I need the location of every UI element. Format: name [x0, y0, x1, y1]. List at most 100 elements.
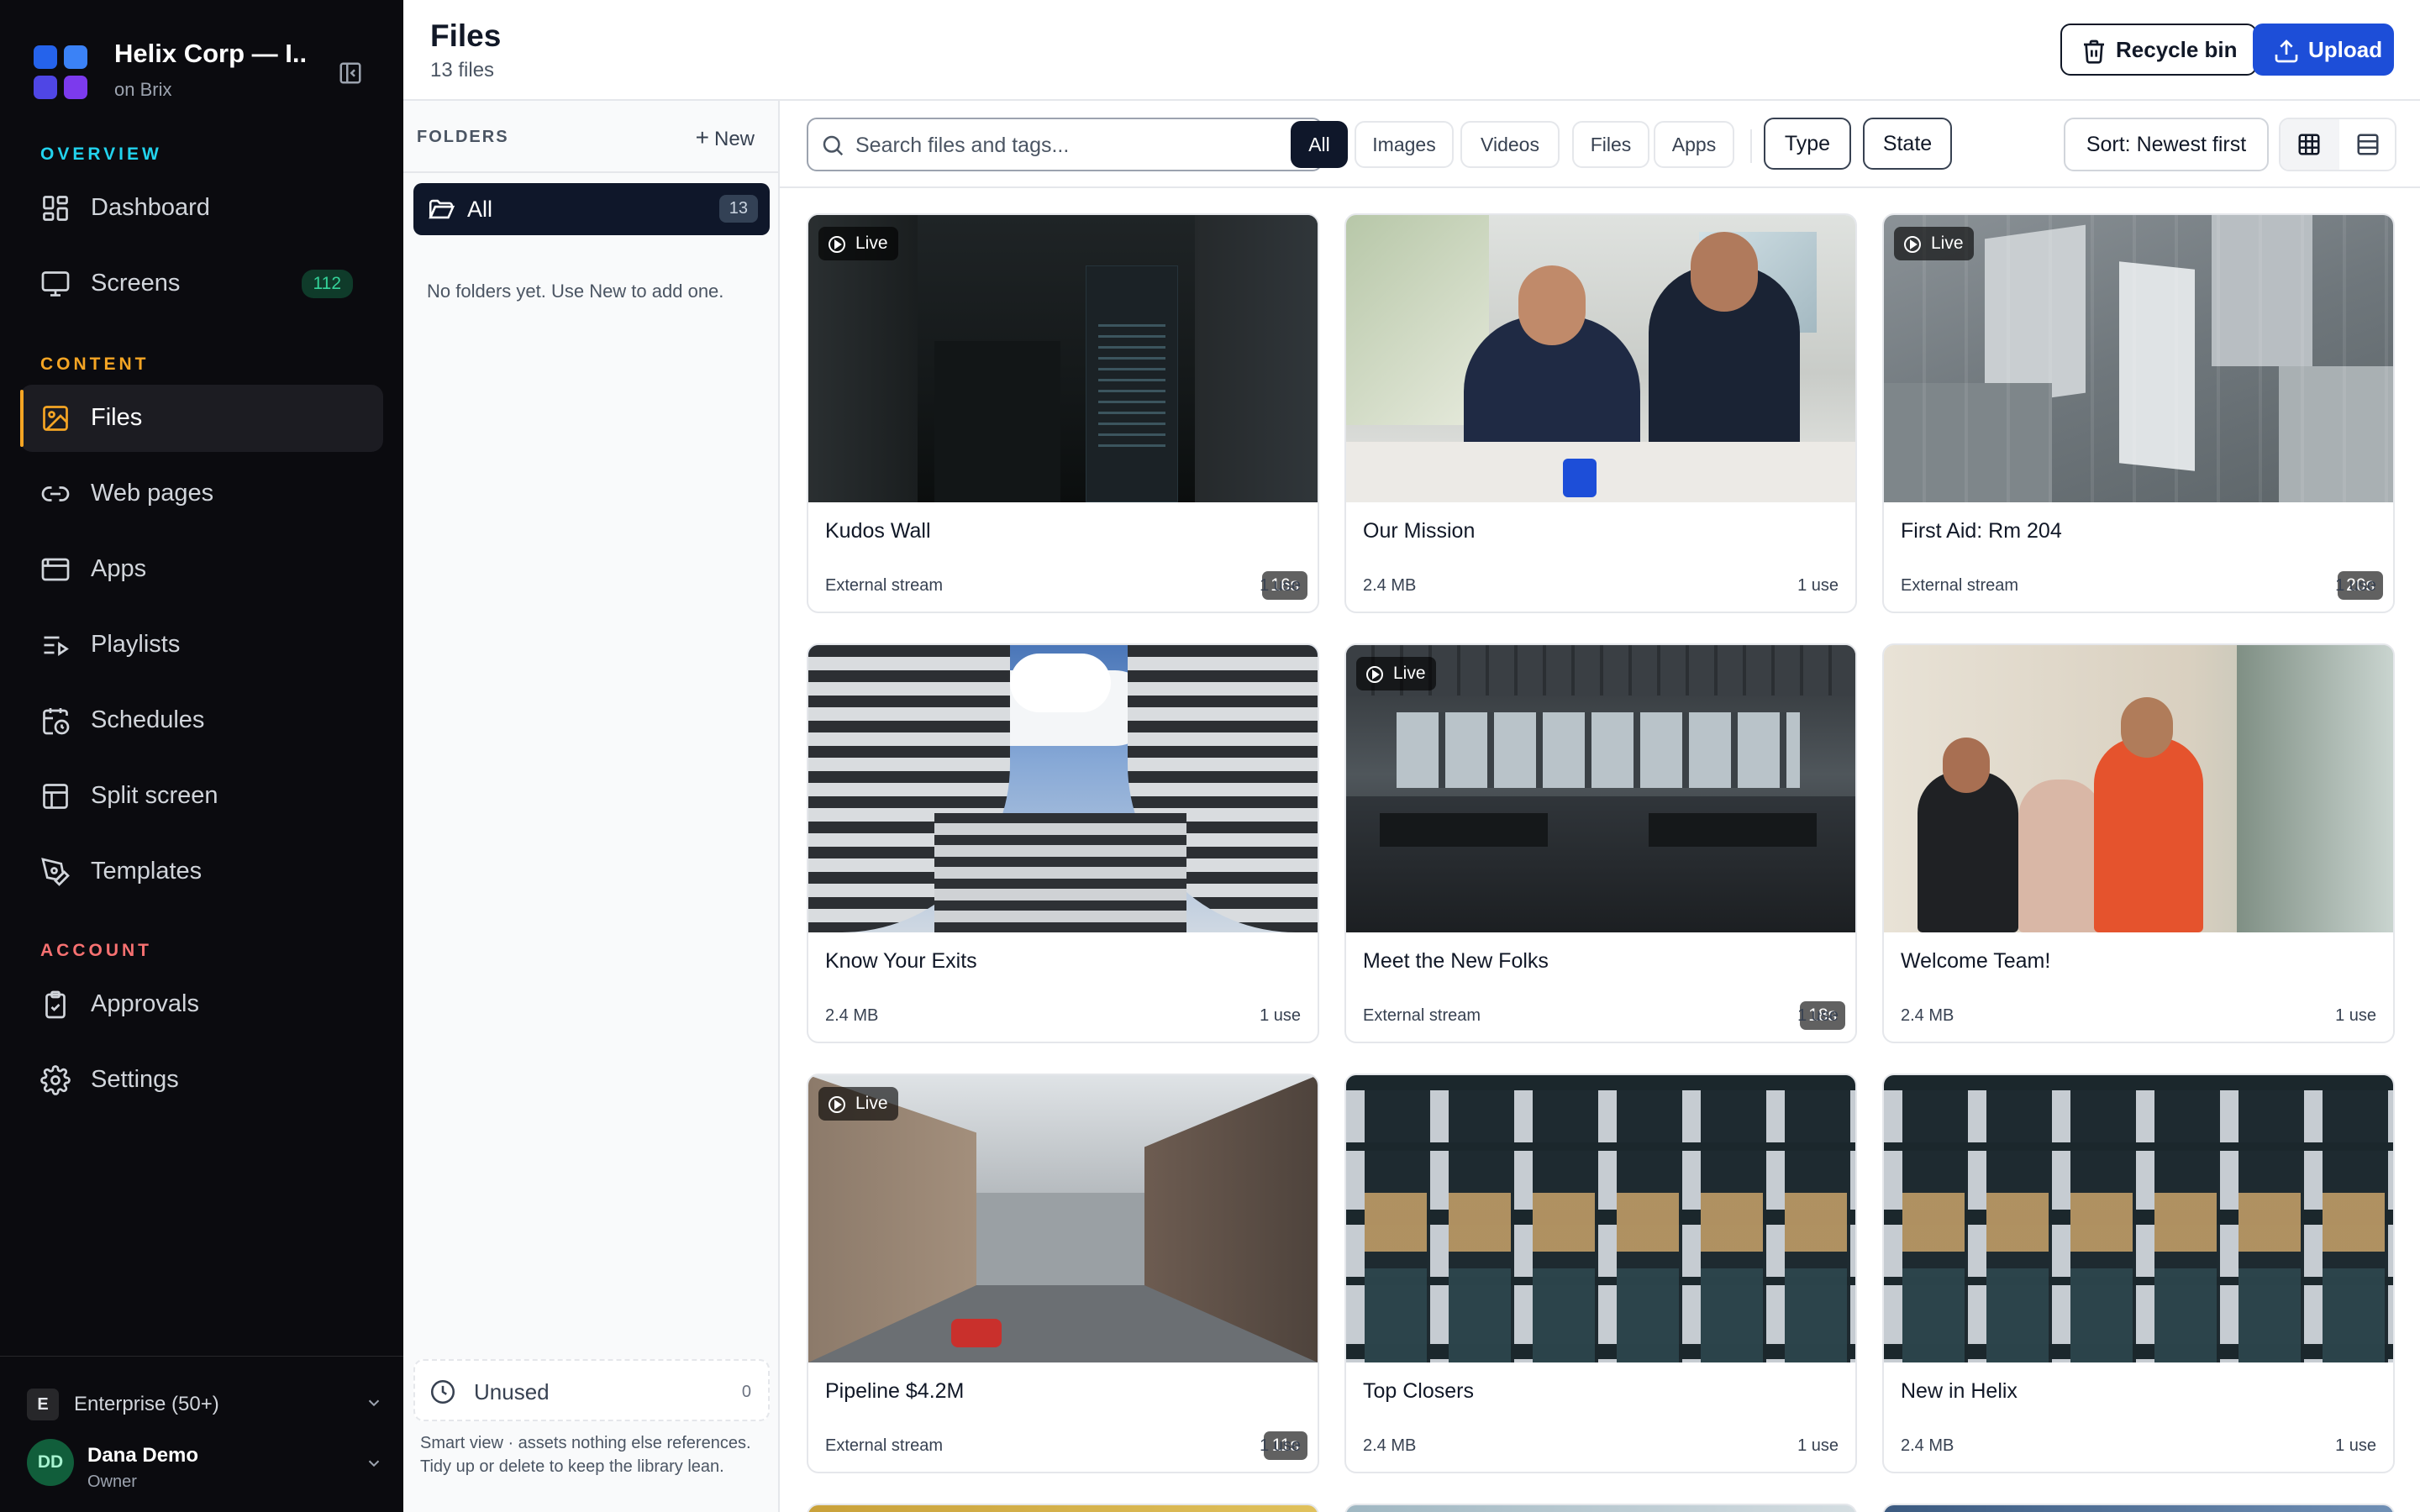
avatar: DD — [27, 1439, 74, 1486]
file-card[interactable]: Know Your Exits 2.4 MB 1 use — [807, 643, 1319, 1043]
file-title: Meet the New Folks — [1363, 949, 1549, 973]
file-title: New in Helix — [1901, 1379, 2018, 1403]
play-circle-icon — [829, 1096, 845, 1113]
filter-images[interactable]: Images — [1355, 121, 1454, 168]
file-card[interactable] — [1344, 1504, 1857, 1512]
dashboard-icon — [43, 196, 68, 221]
file-card[interactable] — [807, 1504, 1319, 1512]
sidebar-item-playlists[interactable]: Playlists — [20, 612, 383, 679]
filter-apps[interactable]: Apps — [1654, 121, 1734, 168]
collapse-sidebar-icon[interactable] — [338, 60, 363, 86]
file-usage: 1 use — [1260, 1006, 1301, 1025]
sidebar-item-label: Split screen — [91, 782, 218, 809]
user-name: Dana Demo — [87, 1444, 199, 1467]
upload-label: Upload — [2308, 36, 2383, 62]
file-meta: 2.4 MB — [1363, 1436, 1417, 1455]
file-meta: 2.4 MB — [1901, 1436, 1954, 1455]
plan-badge: E — [27, 1389, 59, 1420]
layout-icon — [43, 784, 68, 809]
sidebar-item-approvals[interactable]: Approvals — [20, 971, 383, 1038]
folder-all-label: All — [467, 197, 493, 222]
file-card[interactable]: Live 16s Kudos Wall External stream 1 us… — [807, 213, 1319, 613]
upload-button[interactable]: Upload — [2253, 24, 2394, 76]
toolbar-divider — [1750, 129, 1752, 163]
thumbnail-image — [1346, 1075, 1855, 1362]
sidebar-item-apps[interactable]: Apps — [20, 536, 383, 603]
file-title: Pipeline $4.2M — [825, 1379, 965, 1403]
sidebar-item-settings[interactable]: Settings — [20, 1047, 383, 1114]
grid-view-button[interactable] — [2281, 119, 2339, 170]
live-label: Live — [855, 234, 888, 253]
thumbnail-image — [1884, 1075, 2393, 1362]
unused-count: 0 — [741, 1383, 751, 1401]
thumbnail-image — [1346, 215, 1855, 502]
recycle-bin-button[interactable]: Recycle bin — [2060, 24, 2257, 76]
sidebar-item-web-pages[interactable]: Web pages — [20, 460, 383, 528]
section-account: ACCOUNT — [40, 941, 152, 960]
file-usage: 1 use — [1797, 1006, 1839, 1025]
file-card[interactable]: Live 18s Meet the New Folks External str… — [1344, 643, 1857, 1043]
file-usage: 1 use — [1797, 576, 1839, 595]
sidebar-item-dashboard[interactable]: Dashboard — [20, 175, 383, 242]
file-card[interactable]: Top Closers 2.4 MB 1 use — [1344, 1074, 1857, 1473]
plan-selector[interactable]: E Enterprise (50+) — [27, 1382, 383, 1424]
gear-icon — [40, 1065, 71, 1095]
file-usage: 1 use — [1260, 576, 1301, 595]
play-circle-icon — [1366, 666, 1383, 683]
sidebar-item-split-screen[interactable]: Split screen — [20, 763, 383, 830]
file-title: Top Closers — [1363, 1379, 1474, 1403]
sidebar-item-schedules[interactable]: Schedules — [20, 687, 383, 754]
file-usage: 1 use — [2335, 1006, 2376, 1025]
file-card[interactable]: Welcome Team! 2.4 MB 1 use — [1882, 643, 2395, 1043]
search-icon — [823, 135, 844, 156]
file-meta: 2.4 MB — [825, 1006, 879, 1025]
file-card[interactable] — [1882, 1504, 2395, 1512]
list-view-button[interactable] — [2339, 119, 2398, 170]
folder-all[interactable]: All 13 — [413, 183, 770, 235]
play-circle-icon — [829, 236, 845, 253]
type-filter-button[interactable]: Type — [1764, 118, 1851, 170]
app-window-icon — [41, 558, 70, 581]
filter-all[interactable]: All — [1291, 121, 1348, 168]
search-input[interactable] — [855, 129, 1309, 161]
folders-header: FOLDERS + New — [403, 101, 778, 173]
file-usage: 1 use — [2335, 1436, 2376, 1455]
unused-smart-view[interactable]: Unused 0 — [413, 1359, 770, 1421]
sidebar-item-screens[interactable]: Screens 112 — [20, 250, 383, 318]
file-usage: 1 use — [1797, 1436, 1839, 1455]
file-card[interactable]: Live 11s Pipeline $4.2M External stream … — [807, 1074, 1319, 1473]
sort-dropdown[interactable]: Sort: Newest first — [2064, 118, 2269, 171]
clipboard-check-icon — [45, 990, 66, 1019]
filter-files[interactable]: Files — [1572, 121, 1649, 168]
folder-open-icon — [429, 199, 455, 219]
workspace-logo[interactable] — [34, 45, 87, 99]
sidebar-item-label: Files — [91, 404, 143, 431]
sidebar-item-label: Settings — [91, 1066, 179, 1093]
section-content: CONTENT — [40, 354, 150, 374]
new-folder-button[interactable]: + New — [696, 124, 755, 151]
calendar-clock-icon — [43, 708, 70, 735]
folders-heading: FOLDERS — [417, 128, 509, 146]
link-icon — [41, 486, 70, 501]
filter-videos[interactable]: Videos — [1460, 121, 1560, 168]
file-card[interactable]: New in Helix 2.4 MB 1 use — [1882, 1074, 2395, 1473]
file-card[interactable]: Live 20s First Aid: Rm 204 External stre… — [1882, 213, 2395, 613]
sidebar-item-label: Playlists — [91, 631, 181, 658]
files-toolbar: All Images Videos Files Apps Type State … — [780, 101, 2420, 188]
file-meta: External stream — [1901, 576, 2019, 595]
file-meta: External stream — [825, 576, 944, 595]
sidebar-item-files[interactable]: Files — [20, 385, 383, 452]
chevron-down-icon — [368, 1460, 380, 1467]
monitor-icon — [41, 271, 70, 297]
sidebar-item-templates[interactable]: Templates — [20, 838, 383, 906]
page-header: Files 13 files Recycle bin Upload — [403, 0, 2420, 101]
sidebar-footer: E Enterprise (50+) DD Dana Demo Owner — [0, 1356, 403, 1512]
image-icon — [43, 406, 68, 431]
file-meta: 2.4 MB — [1901, 1006, 1954, 1025]
file-grid: Live 16s Kudos Wall External stream 1 us… — [780, 188, 2420, 1512]
workspace-title[interactable]: Helix Corp — I... — [114, 39, 308, 69]
state-filter-button[interactable]: State — [1863, 118, 1952, 170]
clock-icon — [430, 1379, 455, 1404]
sidebar-item-label: Approvals — [91, 990, 199, 1017]
file-card[interactable]: Our Mission 2.4 MB 1 use — [1344, 213, 1857, 613]
